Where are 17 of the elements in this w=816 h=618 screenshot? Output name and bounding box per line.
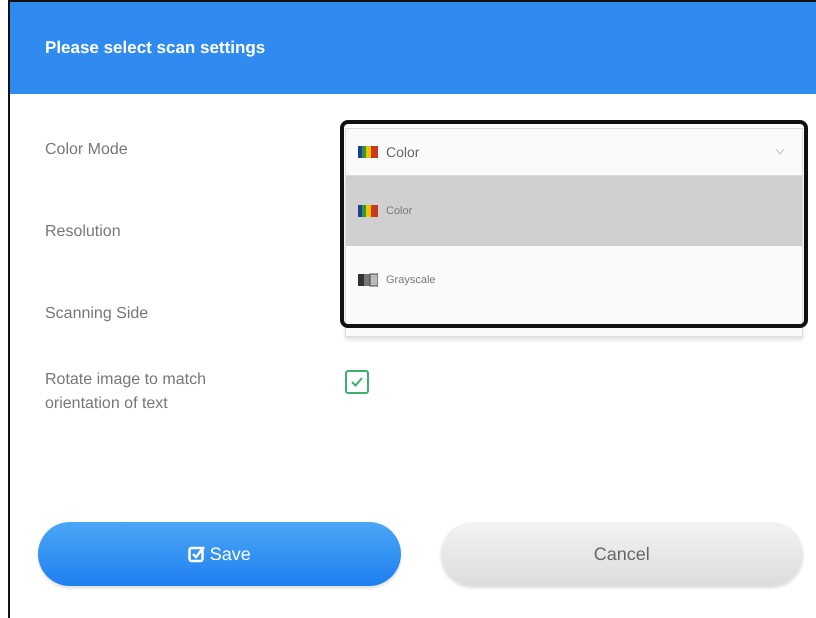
check-icon [351,377,363,387]
checkbox[interactable] [345,370,369,394]
color-mode-select[interactable]: Color [345,128,803,176]
caret-icon [776,149,784,155]
field-label: Scanning Side [45,304,150,324]
color-palette-icon [358,204,378,218]
checkbox-icon [188,545,206,563]
field-label: Color Mode [45,140,129,160]
dropdown-option[interactable]: Grayscale [346,245,802,314]
cancel-button[interactable]: Cancel [440,522,803,586]
color-palette-icon [358,145,378,159]
grayscale-icon [358,273,378,287]
field-label: Rotate image to match orientation of text [45,370,207,414]
dropdown-option[interactable]: Color [346,176,802,245]
dialog-title: Please select scan settings [45,38,266,58]
save-button[interactable]: Save [38,522,400,586]
field-label: Resolution [45,222,122,242]
